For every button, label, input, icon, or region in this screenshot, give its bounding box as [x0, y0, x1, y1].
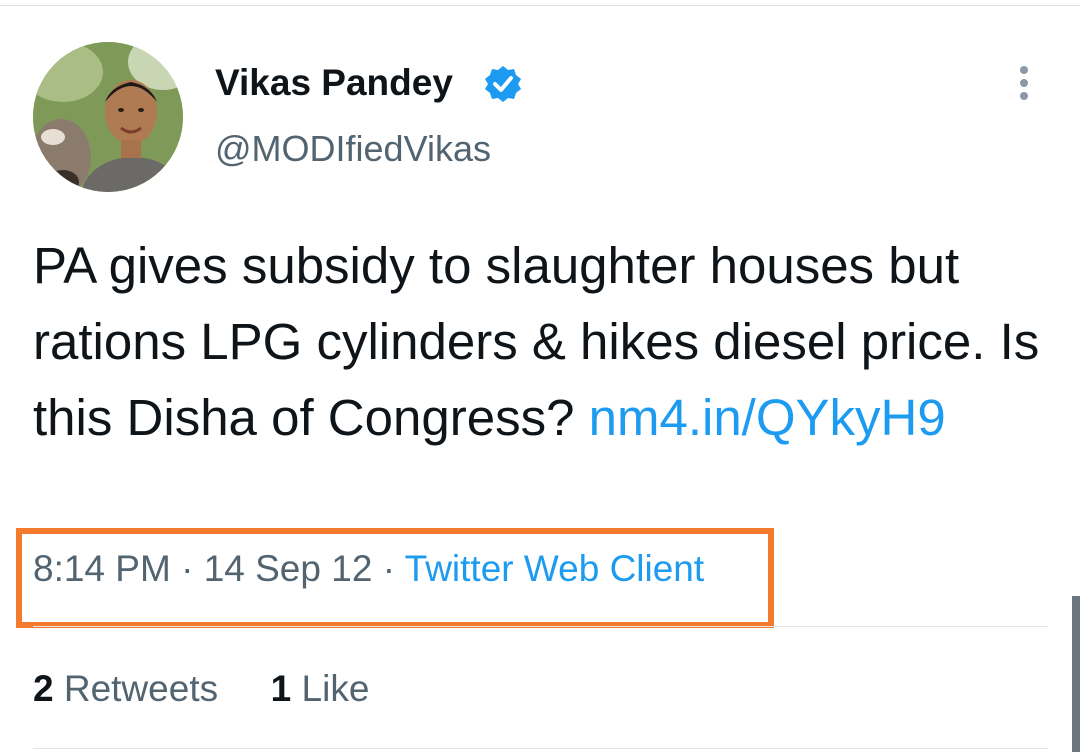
- likes-count: 1: [270, 668, 292, 709]
- tweet-metadata: 8:14 PM · 14 Sep 12 · Twitter Web Client: [33, 548, 704, 590]
- bottom-divider: [33, 748, 1048, 749]
- scrollbar[interactable]: [1072, 596, 1080, 752]
- retweets-count: 2: [33, 668, 54, 709]
- meta-separator: ·: [382, 548, 396, 589]
- tweet-source-link[interactable]: Twitter Web Client: [405, 548, 705, 589]
- verified-badge-icon: [485, 66, 521, 102]
- tweet-link[interactable]: nm4.in/QYkyH9: [589, 389, 946, 446]
- tweet-text: PA gives subsidy to slaughter houses but…: [33, 228, 1043, 456]
- tweet-date[interactable]: 14 Sep 12: [204, 548, 373, 589]
- tweet-time[interactable]: 8:14 PM: [33, 548, 171, 589]
- retweets-label: Retweets: [63, 668, 219, 709]
- display-name[interactable]: Vikas Pandey: [215, 62, 453, 104]
- likes-stat[interactable]: 1 Like: [271, 668, 370, 709]
- retweets-stat[interactable]: 2 Retweets: [33, 668, 228, 709]
- likes-label: Like: [301, 668, 370, 709]
- top-divider: [0, 5, 1080, 6]
- user-handle[interactable]: @MODIfiedVikas: [215, 128, 491, 170]
- meta-separator: ·: [181, 548, 194, 589]
- profile-photo-icon: [33, 42, 183, 192]
- tweet-stats: 2 Retweets 1 Like: [33, 668, 369, 710]
- more-options-icon[interactable]: [1008, 66, 1040, 106]
- stats-divider: [33, 626, 1048, 627]
- avatar[interactable]: [33, 42, 183, 192]
